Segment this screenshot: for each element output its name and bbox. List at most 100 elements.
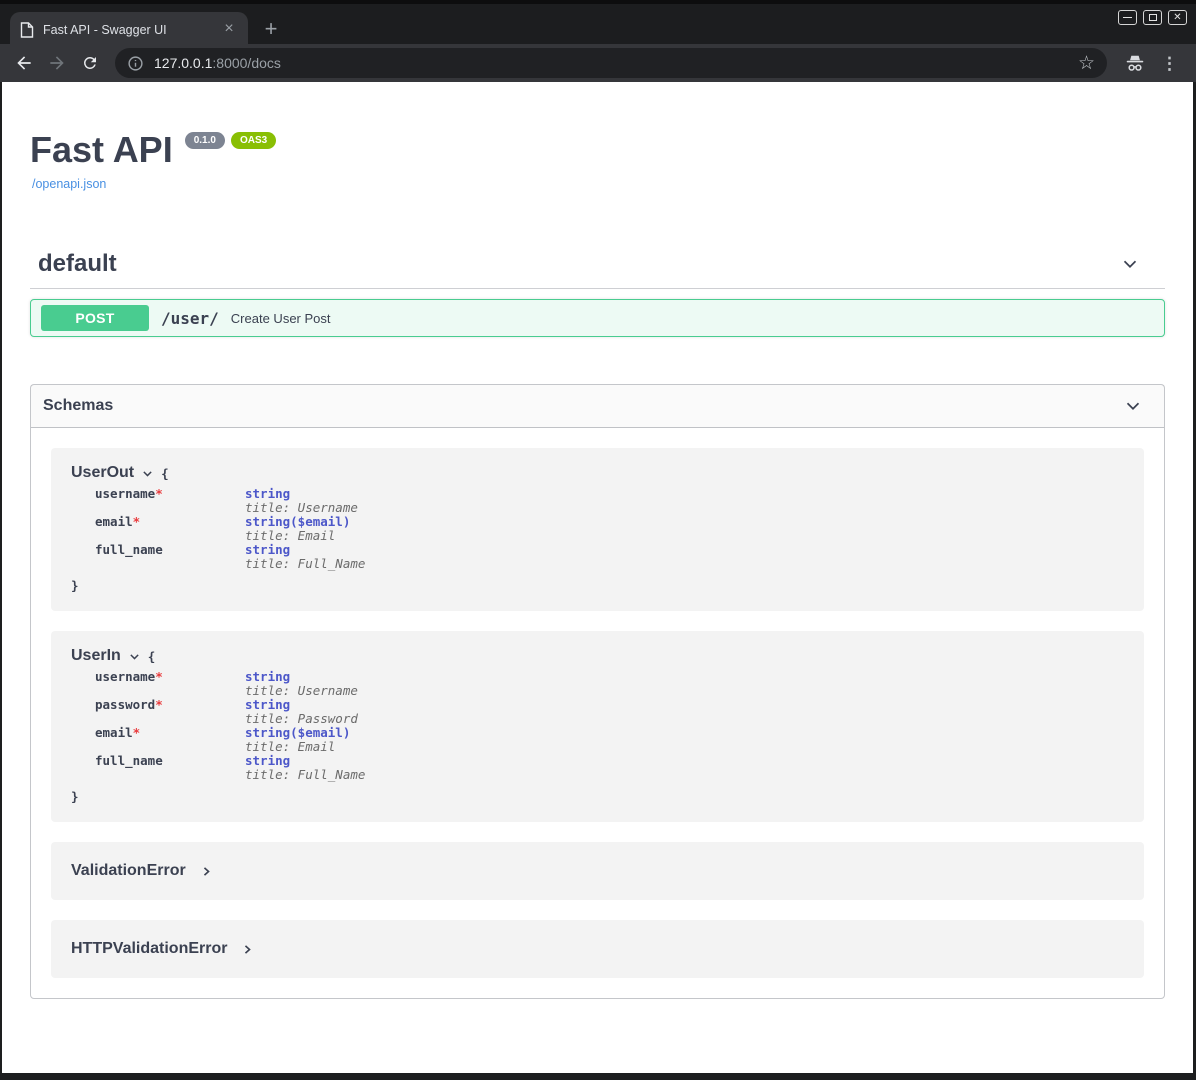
- operation-path: /user/: [161, 309, 219, 328]
- property-value: string($email)title: Email: [245, 726, 350, 754]
- schemas-header[interactable]: Schemas: [31, 385, 1164, 428]
- url-host: 127.0.0.1: [154, 55, 212, 71]
- property-title: title: Full_Name: [245, 768, 365, 782]
- browser-tab[interactable]: Fast API - Swagger UI ×: [10, 12, 248, 48]
- chevron-down-icon[interactable]: [128, 650, 141, 663]
- property-row: full_namestringtitle: Full_Name: [95, 754, 1124, 782]
- api-title: Fast API: [30, 130, 173, 170]
- property-title: title: Username: [245, 684, 358, 698]
- tab-title: Fast API - Swagger UI: [43, 23, 211, 37]
- browser-menu-icon[interactable]: ⋮: [1161, 55, 1178, 72]
- model-UserIn: UserIn{username*stringtitle: Usernamepas…: [51, 631, 1144, 822]
- oas3-badge: OAS3: [231, 132, 276, 149]
- property-name: full_name: [95, 754, 245, 782]
- property-name: full_name: [95, 543, 245, 571]
- model-title-row: UserIn {: [71, 647, 1124, 665]
- default-section-header[interactable]: default: [30, 250, 1165, 289]
- openapi-spec-link[interactable]: /openapi.json: [32, 177, 106, 191]
- chevron-down-icon[interactable]: [141, 467, 154, 480]
- operation-summary: Create User Post: [231, 311, 331, 326]
- model-name[interactable]: UserOut: [71, 464, 134, 482]
- schemas-title: Schemas: [43, 397, 113, 415]
- property-type: string: [245, 698, 358, 712]
- window-controls: ✕: [1118, 10, 1187, 25]
- property-name: email*: [95, 515, 245, 543]
- default-section: default POST /user/ Create User Post: [30, 250, 1165, 337]
- property-name: username*: [95, 487, 245, 515]
- property-title: title: Password: [245, 712, 358, 726]
- property-name: email*: [95, 726, 245, 754]
- required-star: *: [155, 697, 163, 712]
- required-star: *: [155, 486, 163, 501]
- property-name: password*: [95, 698, 245, 726]
- opblock-post-user[interactable]: POST /user/ Create User Post: [30, 299, 1165, 337]
- browser-toolbar: 127.0.0.1:8000/docs ☆ ⋮: [0, 44, 1196, 82]
- default-section-title: default: [38, 250, 117, 278]
- schemas-body: UserOut{username*stringtitle: Usernameem…: [31, 428, 1164, 998]
- property-row: email*string($email)title: Email: [95, 726, 1124, 754]
- open-brace: {: [148, 649, 156, 664]
- model-name[interactable]: UserIn: [71, 647, 121, 665]
- method-badge[interactable]: POST: [41, 305, 149, 331]
- maximize-button[interactable]: [1143, 10, 1162, 25]
- forward-button[interactable]: [42, 48, 72, 78]
- property-value: string($email)title: Email: [245, 515, 350, 543]
- property-value: stringtitle: Username: [245, 487, 358, 515]
- property-row: username*stringtitle: Username: [95, 487, 1124, 515]
- property-value: stringtitle: Full_Name: [245, 543, 365, 571]
- new-tab-button[interactable]: +: [258, 17, 284, 43]
- chevron-right-icon[interactable]: [201, 865, 212, 878]
- swagger-page: Fast API 0.1.0 OAS3 /openapi.json defaul…: [2, 82, 1193, 1073]
- model-name[interactable]: HTTPValidationError: [71, 940, 227, 958]
- incognito-icon: [1124, 54, 1146, 73]
- page-favicon-icon: [20, 22, 34, 38]
- property-row: full_namestringtitle: Full_Name: [95, 543, 1124, 571]
- property-type: string($email): [245, 726, 350, 740]
- property-value: stringtitle: Username: [245, 670, 358, 698]
- property-row: password*stringtitle: Password: [95, 698, 1124, 726]
- url-bar[interactable]: 127.0.0.1:8000/docs ☆: [115, 48, 1107, 78]
- required-star: *: [133, 514, 141, 529]
- property-type: string($email): [245, 515, 350, 529]
- property-title: title: Email: [245, 740, 350, 754]
- tab-close-icon[interactable]: ×: [220, 21, 238, 39]
- model-title-row: UserOut {: [71, 464, 1124, 482]
- property-title: title: Full_Name: [245, 557, 365, 571]
- bookmark-star-icon[interactable]: ☆: [1078, 54, 1095, 73]
- minimize-button[interactable]: [1118, 10, 1137, 25]
- property-row: email*string($email)title: Email: [95, 515, 1124, 543]
- property-title: title: Email: [245, 529, 350, 543]
- browser-window: Fast API - Swagger UI × + ✕ 127.0.0.1:80: [0, 0, 1196, 1080]
- url-text: 127.0.0.1:8000/docs: [154, 55, 281, 71]
- model-properties: username*stringtitle: Usernamepassword*s…: [71, 665, 1124, 782]
- back-button[interactable]: [9, 48, 39, 78]
- site-info-icon[interactable]: [127, 55, 144, 72]
- required-star: *: [133, 725, 141, 740]
- property-row: username*stringtitle: Username: [95, 670, 1124, 698]
- property-type: string: [245, 670, 358, 684]
- chevron-right-icon[interactable]: [242, 943, 253, 956]
- titlebar: Fast API - Swagger UI × + ✕: [0, 0, 1196, 44]
- reload-button[interactable]: [75, 48, 105, 78]
- version-badge: 0.1.0: [185, 132, 225, 149]
- property-name: username*: [95, 670, 245, 698]
- api-info: Fast API 0.1.0 OAS3 /openapi.json: [30, 130, 1165, 193]
- property-value: stringtitle: Password: [245, 698, 358, 726]
- property-value: stringtitle: Full_Name: [245, 754, 365, 782]
- model-HTTPValidationError: HTTPValidationError: [51, 920, 1144, 978]
- close-brace: }: [71, 789, 1124, 804]
- model-name[interactable]: ValidationError: [71, 862, 186, 880]
- schemas-section: Schemas UserOut{username*stringtitle: Us…: [30, 384, 1165, 999]
- close-brace: }: [71, 578, 1124, 593]
- window-close-button[interactable]: ✕: [1168, 10, 1187, 25]
- model-properties: username*stringtitle: Usernameemail*stri…: [71, 482, 1124, 571]
- required-star: *: [155, 669, 163, 684]
- open-brace: {: [161, 466, 169, 481]
- property-type: string: [245, 487, 358, 501]
- chevron-down-icon[interactable]: [1122, 395, 1144, 417]
- model-UserOut: UserOut{username*stringtitle: Usernameem…: [51, 448, 1144, 611]
- property-type: string: [245, 754, 365, 768]
- property-type: string: [245, 543, 365, 557]
- model-ValidationError: ValidationError: [51, 842, 1144, 900]
- chevron-down-icon[interactable]: [1119, 253, 1141, 275]
